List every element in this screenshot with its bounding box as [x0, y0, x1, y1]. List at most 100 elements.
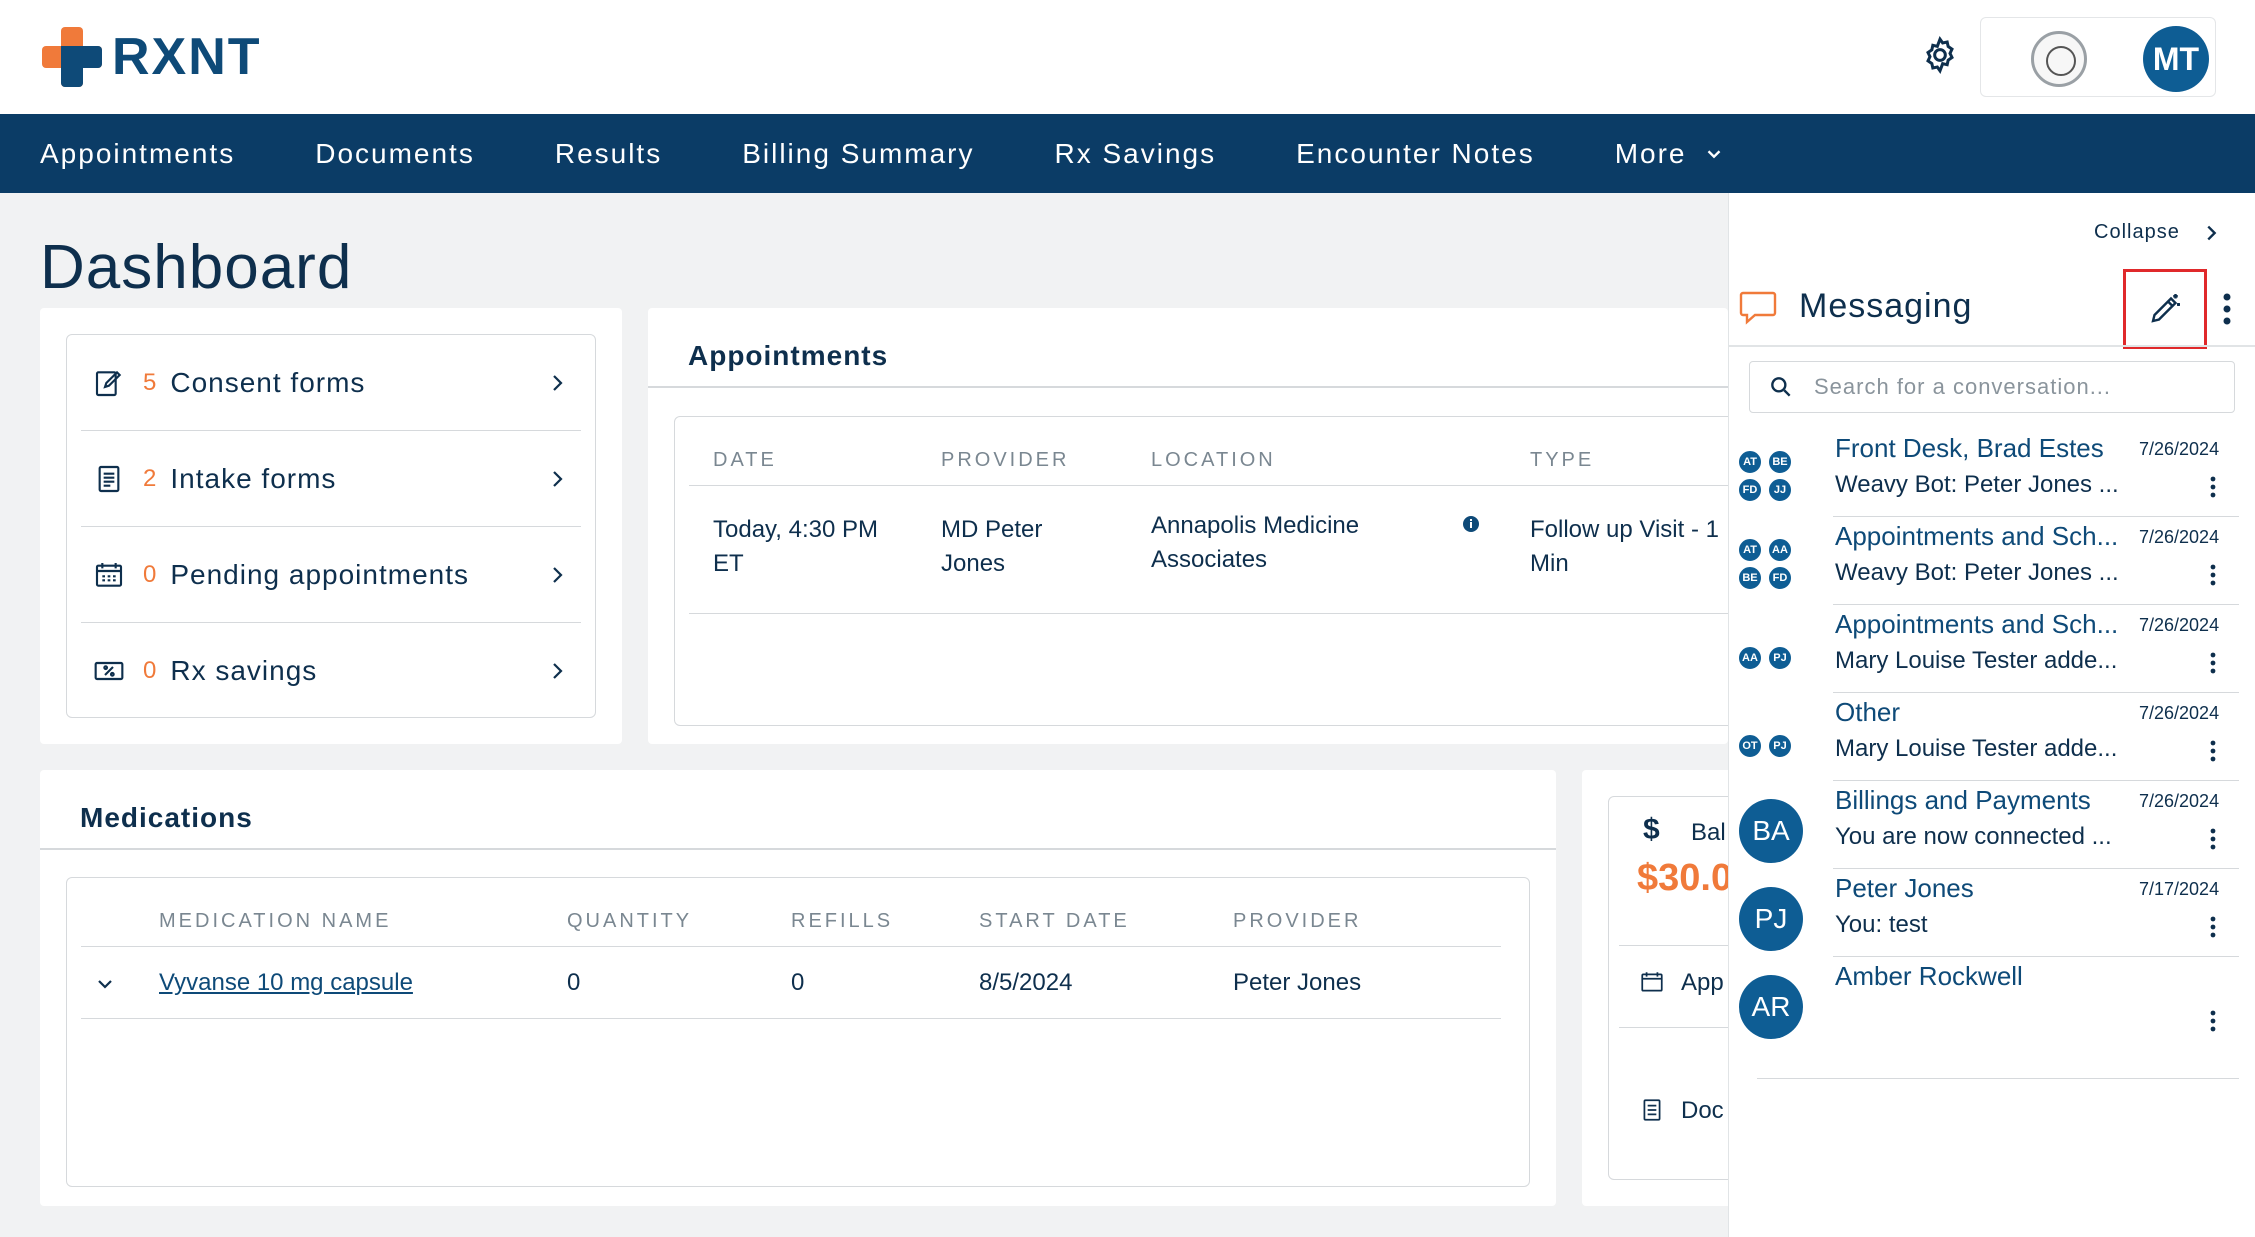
quick-link-rx-savings[interactable]: 0 Rx savings: [81, 623, 581, 719]
balance-label: Bal: [1691, 819, 1726, 846]
col-location: LOCATION: [1151, 449, 1276, 471]
medication-name-link[interactable]: Vyvanse 10 mg capsule: [159, 966, 413, 1000]
calendar-icon: [95, 562, 123, 587]
chevron-right-icon: [553, 663, 563, 679]
medication-quantity: 0: [567, 969, 581, 996]
conversation-item[interactable]: PJ Peter Jones 7/17/2024 You: test: [1729, 869, 2239, 957]
discount-ticket-icon: [94, 661, 124, 681]
pending-count: 0: [143, 560, 157, 588]
nav-appointments[interactable]: Appointments: [40, 138, 235, 170]
participant-avatar: JJ: [1767, 477, 1793, 503]
nav-rx-savings[interactable]: Rx Savings: [1055, 138, 1217, 170]
conversation-name: Appointments and Sch...: [1835, 521, 2119, 551]
intake-count: 2: [143, 464, 157, 492]
chevron-down-icon: [1707, 149, 1720, 158]
intake-label: Intake forms: [170, 462, 337, 494]
practice-seal-icon: [2031, 31, 2087, 87]
participant-avatar: PJ: [1767, 733, 1793, 759]
pending-label: Pending appointments: [170, 558, 470, 590]
gear-icon[interactable]: [1920, 35, 1960, 75]
conversation-date: 7/26/2024: [2139, 615, 2220, 635]
participant-avatar: FD: [1767, 565, 1793, 591]
appointments-title: Appointments: [688, 340, 889, 371]
conversation-options-icon[interactable]: [2209, 651, 2217, 675]
conversation-item[interactable]: OT PJ Other 7/26/2024 Mary Louise Tester add…: [1729, 693, 2239, 781]
conversation-item[interactable]: AT BE FD JJ Front Desk, Brad Estes 7/26/2024 W…: [1729, 429, 2239, 517]
conversation-item[interactable]: AR Amber Rockwell: [1729, 957, 2239, 1079]
magic-pen-icon: [2151, 294, 2180, 323]
conversation-preview: Mary Louise Tester adde...: [1835, 735, 2118, 762]
conversation-avatar: AR: [1739, 975, 1803, 1039]
participant-avatar: BE: [1767, 449, 1793, 475]
conversation-preview: Mary Louise Tester adde...: [1835, 647, 2118, 674]
appointments-card: Appointments DATE PROVIDER LOCATION TYPE…: [648, 308, 1759, 744]
medications-title: Medications: [80, 802, 253, 833]
quick-link-consent-forms[interactable]: 5 Consent forms: [81, 335, 581, 431]
conversation-options-icon[interactable]: [2209, 1009, 2217, 1033]
conversation-options-icon[interactable]: [2209, 563, 2217, 587]
chevron-right-icon: [553, 566, 563, 583]
appointments-table: DATE PROVIDER LOCATION TYPE Today, 4:30 …: [674, 416, 1759, 726]
nav-more-label: More: [1614, 137, 1687, 169]
collapse-label: Collapse: [2094, 221, 2180, 243]
participant-avatar: OT: [1737, 733, 1763, 759]
consent-count: 5: [143, 368, 157, 396]
conversation-options-icon[interactable]: [2209, 475, 2217, 499]
conversation-item[interactable]: BA Billings and Payments 7/26/2024 You are …: [1729, 781, 2239, 869]
messaging-title: Messaging: [1799, 287, 1973, 325]
conversation-search[interactable]: [1749, 361, 2235, 413]
consent-label: Consent forms: [170, 366, 366, 398]
nav-billing-summary[interactable]: Billing Summary: [742, 138, 974, 170]
medications-card: Medications MEDICATION NAME QUANTITY REF…: [40, 770, 1556, 1206]
medication-refills: 0: [791, 969, 805, 996]
nav-more[interactable]: More: [1615, 138, 1725, 170]
conversation-item[interactable]: AT AA BE FD Appointments and Sch... 7/26/2024…: [1729, 517, 2239, 605]
conversation-date: 7/17/2024: [2139, 879, 2220, 899]
info-icon[interactable]: [1462, 515, 1480, 533]
conversation-date: 7/26/2024: [2139, 703, 2220, 723]
expand-row-chevron-icon[interactable]: [93, 972, 117, 996]
conversation-options-icon[interactable]: [2209, 915, 2217, 939]
quick-links-card: 5 Consent forms 2 Intake forms 0 Pending…: [40, 308, 622, 744]
nav-documents[interactable]: Documents: [315, 138, 475, 170]
nav-encounter-notes[interactable]: Encounter Notes: [1296, 138, 1535, 170]
search-icon: [1771, 377, 1791, 397]
compose-message-button[interactable]: [2123, 269, 2207, 349]
quick-link-intake-forms[interactable]: 2 Intake forms: [81, 431, 581, 527]
rxnt-logo[interactable]: RXNT: [42, 27, 262, 87]
participant-avatar: AA: [1737, 645, 1763, 671]
balance-documents-link[interactable]: Doc: [1681, 1097, 1724, 1125]
balance-appointments-link[interactable]: App: [1681, 969, 1724, 997]
nav-results[interactable]: Results: [555, 138, 662, 170]
col-provider: PROVIDER: [941, 449, 1070, 471]
user-avatar[interactable]: MT: [2143, 26, 2209, 92]
conversation-options-icon[interactable]: [2209, 827, 2217, 851]
participant-avatar: PJ: [1767, 645, 1793, 671]
more-options-icon[interactable]: [2221, 291, 2233, 327]
search-input[interactable]: [1814, 374, 2214, 400]
clipboard-icon: [98, 465, 120, 492]
conversation-name: Front Desk, Brad Estes: [1835, 433, 2104, 463]
col-medication-name: MEDICATION NAME: [159, 910, 392, 932]
participant-avatar: AT: [1737, 449, 1763, 475]
chevron-right-icon: [553, 470, 563, 487]
app-header: RXNT MT: [0, 0, 2255, 114]
col-date: DATE: [713, 449, 777, 471]
participant-avatar: FD: [1737, 477, 1763, 503]
conversation-options-icon[interactable]: [2209, 739, 2217, 763]
divider: [648, 386, 1728, 388]
main-nav: Appointments Documents Results Billing S…: [0, 114, 2255, 193]
conversation-date: 7/26/2024: [2139, 439, 2220, 459]
logo-text: RXNT: [112, 28, 262, 86]
col-quantity: QUANTITY: [567, 910, 693, 932]
appt-type: Follow up Visit - 1 Min: [1530, 516, 1719, 577]
col-refills: REFILLS: [791, 910, 894, 932]
logo-cross-icon: [42, 27, 102, 87]
quick-link-pending-appointments[interactable]: 0 Pending appointments: [81, 527, 581, 623]
document-icon: [1643, 1099, 1661, 1121]
collapse-button[interactable]: Collapse: [2094, 221, 2222, 244]
medications-table: MEDICATION NAME QUANTITY REFILLS START D…: [66, 877, 1530, 1187]
col-provider: PROVIDER: [1233, 910, 1362, 932]
conversation-item[interactable]: AA PJ Appointments and Sch... 7/26/2024 Mary…: [1729, 605, 2239, 693]
profile-area[interactable]: MT: [1980, 17, 2216, 97]
